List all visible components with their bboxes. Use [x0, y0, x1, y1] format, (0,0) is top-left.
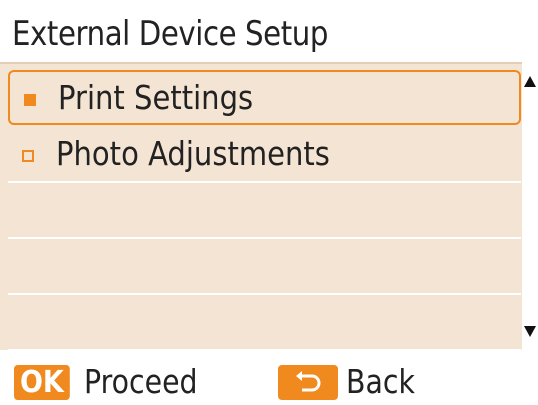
back-button[interactable]: [278, 365, 338, 400]
menu-item-label: Photo Adjustments: [56, 134, 330, 173]
proceed-label: Proceed: [84, 362, 198, 401]
menu-item-photo-adjustments[interactable]: Photo Adjustments: [8, 128, 521, 183]
scrollbar[interactable]: [522, 62, 538, 350]
scroll-up-arrow-icon[interactable]: [524, 76, 536, 87]
menu-item-label: Print Settings: [58, 78, 254, 117]
title-bar: External Device Setup: [0, 0, 538, 62]
back-arrow-icon: [296, 371, 321, 392]
ok-button[interactable]: OK: [14, 365, 70, 400]
menu-item-empty: [8, 296, 521, 351]
menu-item-print-settings[interactable]: Print Settings: [8, 70, 521, 125]
back-label: Back: [346, 362, 415, 401]
unselected-bullet-icon: [22, 150, 34, 162]
menu-item-empty: [8, 184, 521, 239]
menu-item-empty: [8, 240, 521, 295]
footer-bar: OK Proceed Back: [0, 350, 538, 405]
device-screen: External Device Setup Print Settings Pho…: [0, 0, 538, 405]
menu-list: Print Settings Photo Adjustments: [0, 62, 538, 352]
scroll-down-arrow-icon[interactable]: [524, 326, 536, 337]
selected-bullet-icon: [24, 94, 36, 106]
page-title: External Device Setup: [12, 14, 328, 54]
